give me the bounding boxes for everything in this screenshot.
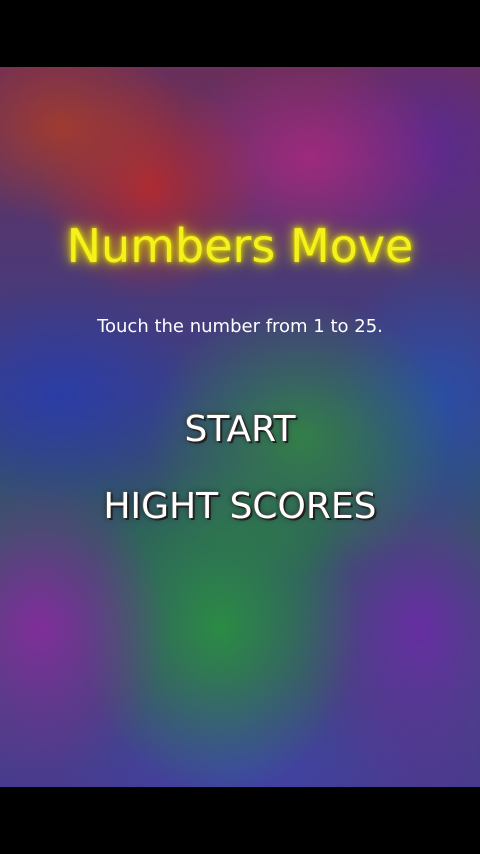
- game-instructions: Touch the number from 1 to 25.: [97, 316, 383, 337]
- game-menu-screen: Numbers Move Touch the number from 1 to …: [0, 67, 480, 787]
- high-scores-button[interactable]: HIGHT SCORES: [0, 484, 480, 530]
- start-button[interactable]: START: [0, 407, 480, 453]
- letterbox-bottom: [0, 787, 480, 854]
- game-title: Numbers Move: [66, 219, 414, 273]
- letterbox-top: [0, 0, 480, 67]
